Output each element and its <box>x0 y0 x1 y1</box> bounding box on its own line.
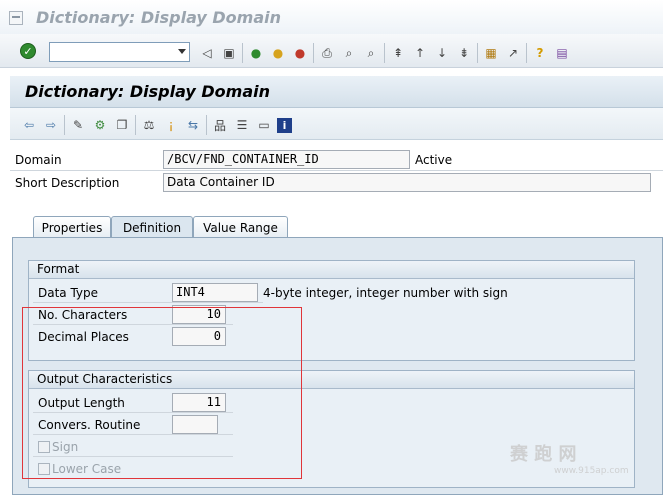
data-type-field[interactable]: INT4 <box>172 283 258 302</box>
format-group-title: Format <box>29 261 634 279</box>
tab-value-range[interactable]: Value Range <box>193 216 288 238</box>
cancel-icon[interactable]: ● <box>291 44 309 62</box>
toolbar-separator <box>206 115 207 135</box>
window-title: Dictionary: Display Domain <box>36 8 281 27</box>
toolbar-separator <box>242 43 243 63</box>
window-menu-icon[interactable] <box>9 11 23 25</box>
find-icon[interactable]: ⌕ <box>340 44 358 62</box>
toolbar-separator <box>135 115 136 135</box>
domain-field[interactable]: /BCV/FND_CONTAINER_ID <box>163 150 410 169</box>
data-type-label: Data Type <box>38 286 99 300</box>
next-page-icon[interactable]: ↓ <box>433 44 451 62</box>
hierarchy-icon[interactable]: 品 <box>211 116 229 134</box>
short-description-field[interactable]: Data Container ID <box>163 173 651 192</box>
save-icon[interactable]: ▣ <box>220 44 238 62</box>
tab-definition[interactable]: Definition <box>111 216 193 238</box>
first-page-icon[interactable]: ⇞ <box>389 44 407 62</box>
last-page-icon[interactable]: ⇟ <box>455 44 473 62</box>
new-session-icon[interactable]: ▦ <box>482 44 500 62</box>
toolbar-separator <box>384 43 385 63</box>
screen-header: Dictionary: Display Domain <box>10 76 663 108</box>
where-used-icon[interactable]: ⇆ <box>184 116 202 134</box>
documentation-icon[interactable]: ▭ <box>255 116 273 134</box>
toolbar-separator <box>526 43 527 63</box>
short-description-label: Short Description <box>15 176 120 190</box>
screen-title: Dictionary: Display Domain <box>25 82 270 101</box>
find-next-icon[interactable]: ⌕ <box>362 44 380 62</box>
row-divider <box>33 302 263 303</box>
watermark-text: 赛 跑 网 <box>510 444 577 465</box>
print-list-icon[interactable]: ☰ <box>233 116 251 134</box>
tab-properties[interactable]: Properties <box>33 216 111 238</box>
status-text: Active <box>415 153 453 167</box>
change-icon[interactable]: ✎ <box>69 116 87 134</box>
dropdown-arrow-icon[interactable] <box>178 49 186 54</box>
toolbar-separator <box>477 43 478 63</box>
toolbar-separator <box>313 43 314 63</box>
prev-page-icon[interactable]: ↑ <box>411 44 429 62</box>
window-title-bar: Dictionary: Display Domain <box>0 0 663 34</box>
info-icon[interactable]: i <box>277 117 292 133</box>
watermark: 赛 跑 网 www.915ap.com <box>510 440 660 490</box>
application-toolbar-icons: ⇦ ⇨ ✎ ⚙ ❐ ⚖ ¡ ⇆ 品 ☰ ▭ i <box>20 115 292 135</box>
domain-label: Domain <box>15 153 62 167</box>
standard-toolbar-icons: ◁ ▣ ● ● ● ⎙ ⌕ ⌕ ⇞ ↑ ↓ ⇟ ▦ ↗ ? ▤ <box>198 43 571 63</box>
print-icon[interactable]: ⎙ <box>318 44 336 62</box>
highlight-box <box>22 307 302 479</box>
help-icon[interactable]: ? <box>531 44 549 62</box>
check-object-icon[interactable]: ⚖ <box>140 116 158 134</box>
back-icon[interactable]: ⇦ <box>20 116 38 134</box>
activate-icon[interactable]: ¡ <box>162 116 180 134</box>
display-change-icon[interactable]: ⚙ <box>91 116 109 134</box>
green-back-icon[interactable]: ● <box>247 44 265 62</box>
row-divider <box>10 170 663 171</box>
data-type-description: 4-byte integer, integer number with sign <box>263 286 508 300</box>
layout-icon[interactable]: ▤ <box>553 44 571 62</box>
toolbar-separator <box>64 115 65 135</box>
watermark-url: www.915ap.com <box>554 466 629 476</box>
exit-icon[interactable]: ● <box>269 44 287 62</box>
shortcut-icon[interactable]: ↗ <box>504 44 522 62</box>
check-icon[interactable]: ✓ <box>20 43 36 59</box>
command-field[interactable] <box>49 42 190 62</box>
back-arrow-icon[interactable]: ◁ <box>198 44 216 62</box>
other-object-icon[interactable]: ❐ <box>113 116 131 134</box>
forward-icon[interactable]: ⇨ <box>42 116 60 134</box>
